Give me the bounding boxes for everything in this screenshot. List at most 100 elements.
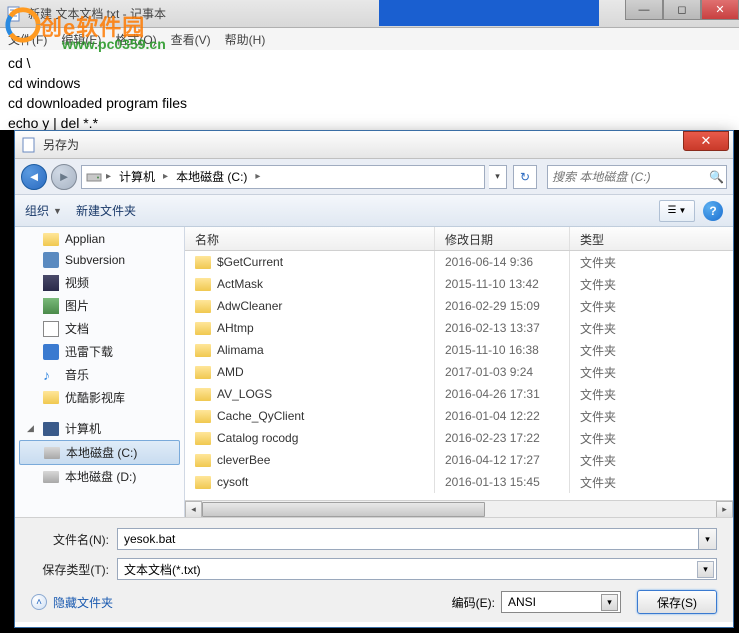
sidebar-item-youku[interactable]: 优酷影视库: [15, 386, 184, 409]
tree-collapse-icon[interactable]: ◢: [27, 423, 37, 434]
file-row[interactable]: Catalog rocodg2016-02-23 17:22文件夹: [185, 427, 733, 449]
column-name[interactable]: 名称: [185, 227, 435, 250]
nav-back-button[interactable]: ◄: [21, 164, 47, 190]
menu-edit[interactable]: 编辑(E): [61, 31, 101, 48]
search-box[interactable]: 🔍: [547, 165, 727, 189]
file-row[interactable]: cleverBee2016-04-12 17:27文件夹: [185, 449, 733, 471]
new-folder-button[interactable]: 新建文件夹: [76, 202, 136, 219]
bottom-section: 文件名(N): ▾ 保存类型(T): 文本文档(*.txt) ▾ ˄ 隐藏文件夹…: [15, 517, 733, 622]
filetype-combo[interactable]: 文本文档(*.txt) ▾: [117, 558, 717, 580]
minimize-button[interactable]: —: [625, 0, 663, 20]
chevron-right-icon[interactable]: ▸: [253, 171, 262, 182]
file-date: 2016-01-13 15:45: [435, 471, 570, 493]
drive-icon: [44, 447, 60, 459]
menu-help[interactable]: 帮助(H): [225, 31, 266, 48]
file-row[interactable]: AMD2017-01-03 9:24文件夹: [185, 361, 733, 383]
file-date: 2015-11-10 16:38: [435, 339, 570, 361]
notepad-titlebar[interactable]: 新建 文本文档.txt - 记事本 — ◻ ✕: [0, 0, 739, 28]
horizontal-scrollbar[interactable]: ◂ ▸: [185, 500, 733, 517]
window-controls: — ◻ ✕: [625, 0, 739, 20]
sidebar-item-video[interactable]: 视频: [15, 271, 184, 294]
file-date: 2016-02-13 13:37: [435, 317, 570, 339]
notepad-menubar: 文件(F) 编辑(E) 格式(O) 查看(V) 帮助(H): [0, 28, 739, 50]
music-icon: ♪: [43, 367, 59, 383]
file-date: 2017-01-03 9:24: [435, 361, 570, 383]
address-bar-row: ◄ ► ▸ 计算机 ▸ 本地磁盘 (C:) ▸ ▾ ↻ 🔍: [15, 159, 733, 195]
save-button[interactable]: 保存(S): [637, 590, 717, 614]
menu-view[interactable]: 查看(V): [171, 31, 211, 48]
chevron-down-icon: ▼: [53, 206, 62, 216]
folder-icon: [195, 432, 211, 445]
picture-icon: [43, 298, 59, 314]
chevron-down-icon: ▾: [697, 561, 714, 578]
breadcrumb-drive[interactable]: 本地磁盘 (C:): [172, 168, 251, 185]
file-row[interactable]: AV_LOGS2016-04-26 17:31文件夹: [185, 383, 733, 405]
file-list-body[interactable]: $GetCurrent2016-06-14 9:36文件夹ActMask2015…: [185, 251, 733, 493]
chevron-right-icon[interactable]: ▸: [104, 171, 113, 182]
search-input[interactable]: [552, 170, 709, 184]
encoding-combo[interactable]: ANSI ▾: [501, 591, 621, 613]
help-button[interactable]: ?: [703, 201, 723, 221]
folder-icon: [195, 256, 211, 269]
folder-icon: [195, 300, 211, 313]
scroll-right-button[interactable]: ▸: [716, 501, 733, 518]
maximize-button[interactable]: ◻: [663, 0, 701, 20]
document-icon: [43, 321, 59, 337]
notepad-text-area[interactable]: cd \ cd windows cd downloaded program fi…: [0, 50, 739, 138]
column-date[interactable]: 修改日期: [435, 227, 570, 250]
file-date: 2016-04-26 17:31: [435, 383, 570, 405]
saveas-titlebar[interactable]: 另存为 ✕: [15, 131, 733, 159]
sidebar-item-subversion[interactable]: Subversion: [15, 249, 184, 271]
menu-file[interactable]: 文件(F): [8, 31, 47, 48]
filetype-label: 保存类型(T):: [31, 561, 117, 578]
sidebar-computer-header[interactable]: ◢ 计算机: [15, 417, 184, 440]
file-row[interactable]: ActMask2015-11-10 13:42文件夹: [185, 273, 733, 295]
saveas-icon: [21, 137, 37, 153]
sidebar-drive-d[interactable]: 本地磁盘 (D:): [15, 465, 184, 488]
scroll-thumb[interactable]: [202, 502, 485, 517]
notepad-window: 新建 文本文档.txt - 记事本 — ◻ ✕ 文件(F) 编辑(E) 格式(O…: [0, 0, 739, 130]
file-list: 名称 修改日期 类型 $GetCurrent2016-06-14 9:36文件夹…: [185, 227, 733, 517]
column-type[interactable]: 类型: [570, 227, 733, 250]
address-dropdown-button[interactable]: ▾: [489, 165, 507, 189]
background-strip: [379, 0, 599, 26]
refresh-button[interactable]: ↻: [513, 165, 537, 189]
menu-format[interactable]: 格式(O): [115, 31, 156, 48]
sidebar-item-applian[interactable]: Applian: [15, 229, 184, 249]
folder-icon: [43, 233, 59, 246]
close-button[interactable]: ✕: [701, 0, 739, 20]
hide-folders-button[interactable]: ˄ 隐藏文件夹: [31, 594, 113, 611]
saveas-close-button[interactable]: ✕: [683, 131, 729, 151]
toolbar: 组织 ▼ 新建文件夹 ☰ ▼ ?: [15, 195, 733, 227]
organize-button[interactable]: 组织 ▼: [25, 202, 62, 219]
file-name: AMD: [217, 365, 244, 379]
sidebar-item-documents[interactable]: 文档: [15, 317, 184, 340]
file-row[interactable]: AdwCleaner2016-02-29 15:09文件夹: [185, 295, 733, 317]
scroll-left-button[interactable]: ◂: [185, 501, 202, 518]
file-name: AdwCleaner: [217, 299, 282, 313]
main-area: Applian Subversion 视频 图片 文档 迅雷下载 ♪音乐 优酷影…: [15, 227, 733, 517]
xunlei-icon: [43, 344, 59, 360]
chevron-right-icon[interactable]: ▸: [161, 171, 170, 182]
file-row[interactable]: $GetCurrent2016-06-14 9:36文件夹: [185, 251, 733, 273]
sidebar-item-music[interactable]: ♪音乐: [15, 363, 184, 386]
sidebar-item-xunlei[interactable]: 迅雷下载: [15, 340, 184, 363]
breadcrumb-computer[interactable]: 计算机: [115, 168, 159, 185]
file-date: 2016-01-04 12:22: [435, 405, 570, 427]
sidebar-drive-c[interactable]: 本地磁盘 (C:): [19, 440, 180, 465]
nav-forward-button[interactable]: ►: [51, 164, 77, 190]
file-row[interactable]: Cache_QyClient2016-01-04 12:22文件夹: [185, 405, 733, 427]
breadcrumb[interactable]: ▸ 计算机 ▸ 本地磁盘 (C:) ▸: [81, 165, 485, 189]
file-row[interactable]: cysoft2016-01-13 15:45文件夹: [185, 471, 733, 493]
sidebar-item-pictures[interactable]: 图片: [15, 294, 184, 317]
file-name: $GetCurrent: [217, 255, 283, 269]
file-name: cysoft: [217, 475, 248, 489]
view-mode-button[interactable]: ☰ ▼: [659, 200, 695, 222]
chevron-down-icon: ▾: [601, 594, 618, 611]
file-row[interactable]: Alimama2015-11-10 16:38文件夹: [185, 339, 733, 361]
file-row[interactable]: AHtmp2016-02-13 13:37文件夹: [185, 317, 733, 339]
filename-dropdown-button[interactable]: ▾: [699, 528, 717, 550]
search-icon: 🔍: [709, 170, 724, 184]
filename-input[interactable]: [117, 528, 699, 550]
scroll-track[interactable]: [202, 501, 716, 518]
